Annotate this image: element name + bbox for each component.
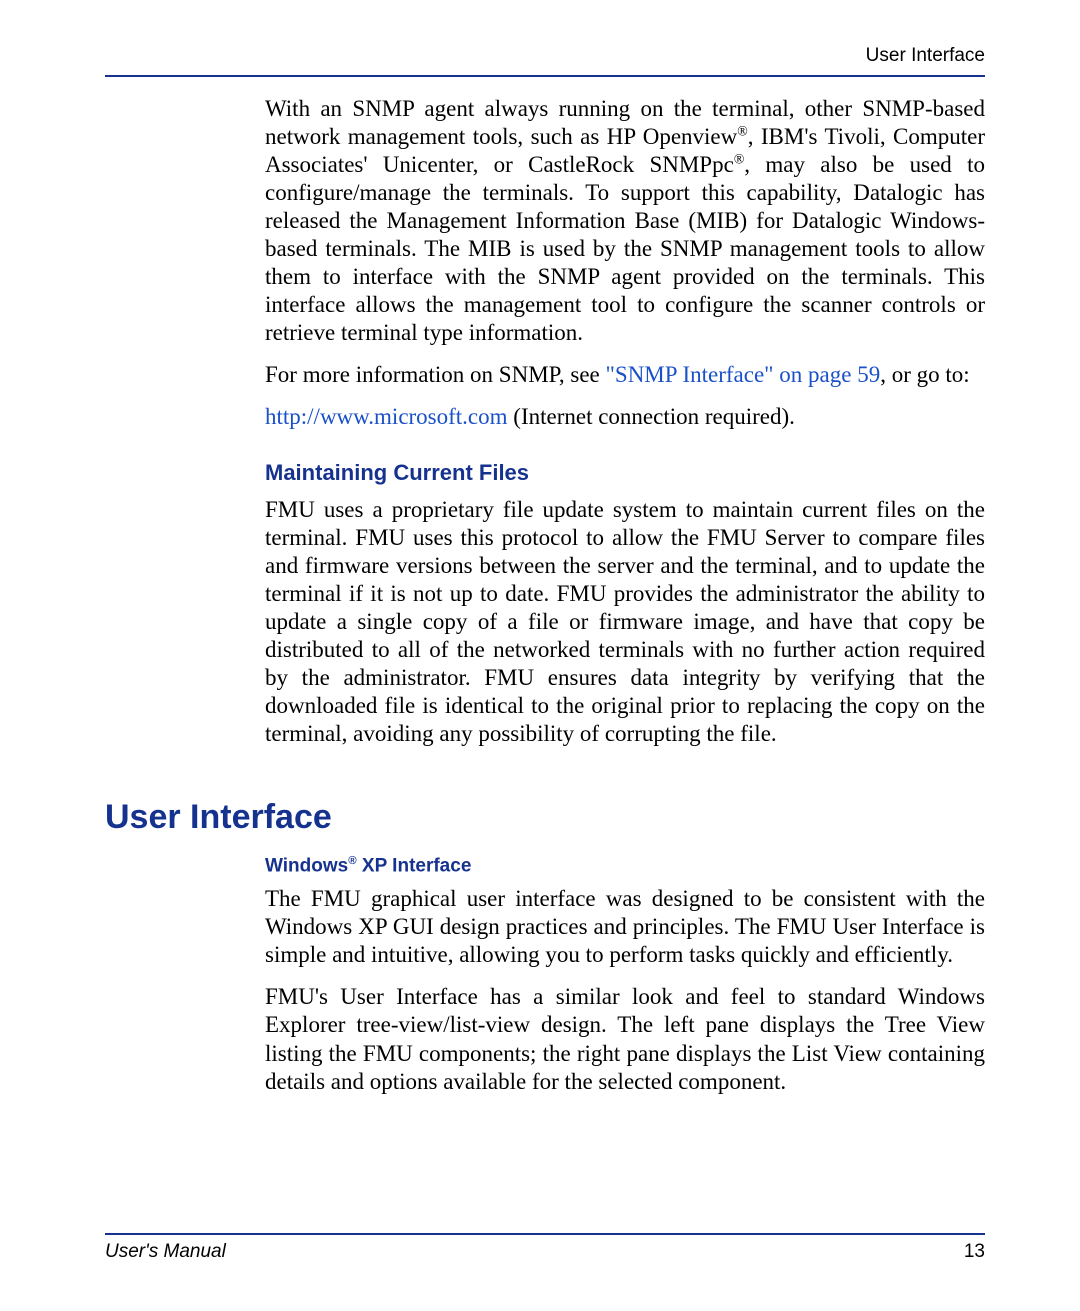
paragraph-fmu-update: FMU uses a proprietary file update syste… xyxy=(265,496,985,748)
text: (Internet connection required). xyxy=(508,404,795,429)
header-rule xyxy=(105,75,985,77)
text: , or go to: xyxy=(880,362,969,387)
body-column: With an SNMP agent always running on the… xyxy=(265,95,985,748)
footer: User's Manual 13 xyxy=(105,1233,985,1263)
link-snmp-interface[interactable]: "SNMP Interface" on page 59 xyxy=(606,362,881,387)
registered-icon: ® xyxy=(734,151,744,166)
page-number: 13 xyxy=(964,1241,985,1263)
registered-icon: ® xyxy=(737,123,747,138)
text: XP Interface xyxy=(357,855,472,876)
page: User Interface With an SNMP agent always… xyxy=(0,0,1080,1311)
text: For more information on SNMP, see xyxy=(265,362,606,387)
paragraph-tree-list-view: FMU's User Interface has a similar look … xyxy=(265,983,985,1095)
footer-doc-title: User's Manual xyxy=(105,1241,226,1263)
running-head: User Interface xyxy=(105,45,985,75)
heading-windows-xp: Windows® XP Interface xyxy=(265,855,985,877)
text: Windows xyxy=(265,855,348,876)
paragraph-more-info: For more information on SNMP, see "SNMP … xyxy=(265,361,985,389)
text: , may also be used to configure/manage t… xyxy=(265,152,985,345)
footer-rule xyxy=(105,1233,985,1235)
paragraph-gui-design: The FMU graphical user interface was des… xyxy=(265,885,985,969)
paragraph-snmp-agent: With an SNMP agent always running on the… xyxy=(265,95,985,347)
heading-user-interface: User Interface xyxy=(105,798,985,837)
link-microsoft[interactable]: http://www.microsoft.com xyxy=(265,404,508,429)
registered-icon: ® xyxy=(348,855,356,867)
section-user-interface: User Interface xyxy=(105,798,985,837)
body-column-2: Windows® XP Interface The FMU graphical … xyxy=(265,855,985,1096)
paragraph-ms-link: http://www.microsoft.com (Internet conne… xyxy=(265,403,985,431)
heading-maintaining-files: Maintaining Current Files xyxy=(265,460,985,486)
